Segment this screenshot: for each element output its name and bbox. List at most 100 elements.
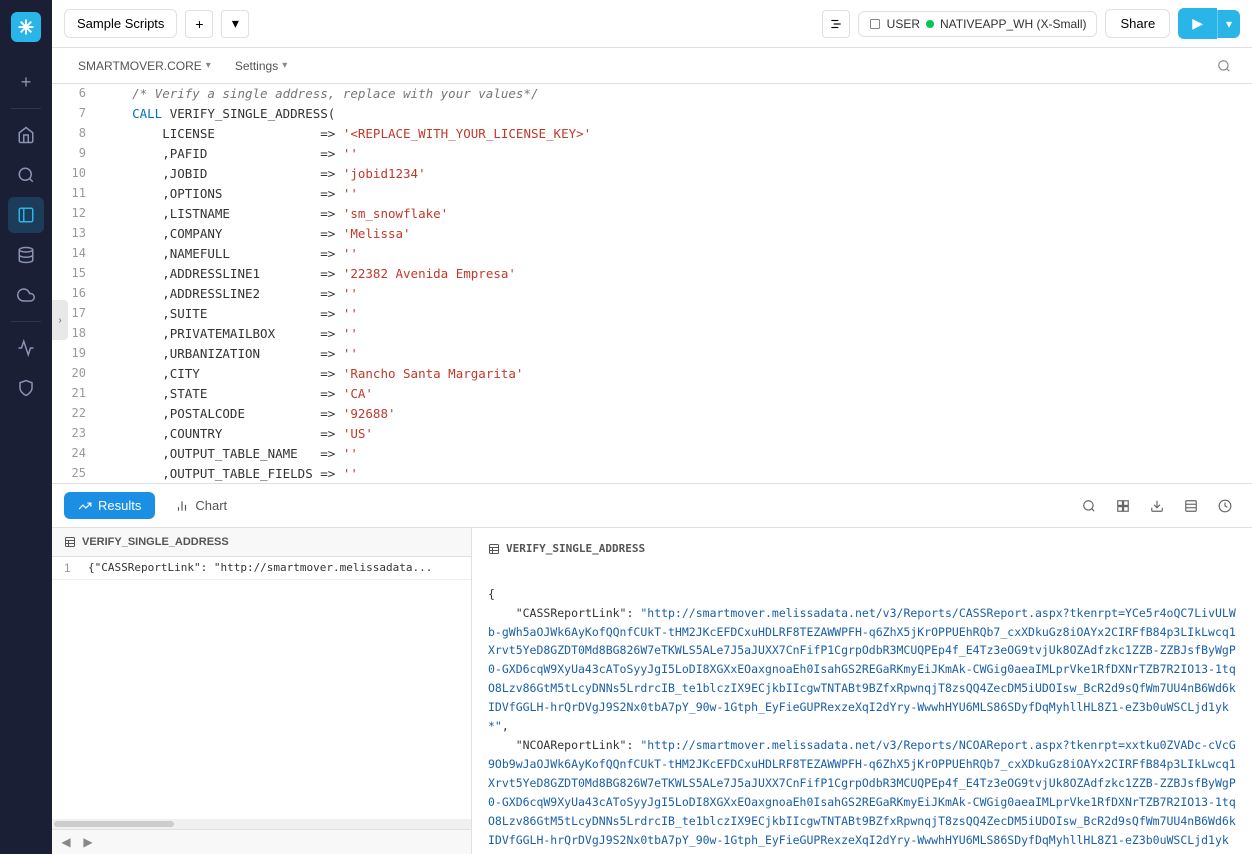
line-content: ,ADDRESSLINE1 => '22382 Avenida Empresa' xyxy=(102,264,1252,284)
line-content: ,PAFID => '' xyxy=(102,144,1252,164)
nav-home-icon[interactable] xyxy=(8,117,44,153)
code-line-23: 23 ,COUNTRY => 'US' xyxy=(52,424,1252,444)
collapse-panel-button[interactable]: › xyxy=(52,300,68,340)
line-content: ,URBANIZATION => '' xyxy=(102,344,1252,364)
chart-tab[interactable]: Chart xyxy=(161,492,241,519)
results-layout-button[interactable] xyxy=(1176,491,1206,521)
user-badge[interactable]: USER NATIVEAPP_WH (X-Small) xyxy=(858,11,1098,37)
results-split-button[interactable] xyxy=(1108,491,1138,521)
settings-selector[interactable]: Settings ▾ xyxy=(225,55,297,77)
content-area: SMARTMOVER.CORE ▾ Settings ▾ 6 /* Verify… xyxy=(52,48,1252,854)
add-icon: + xyxy=(195,16,203,32)
run-button[interactable]: ▶ xyxy=(1178,8,1217,39)
code-line-13: 13 ,COMPANY => 'Melissa' xyxy=(52,224,1252,244)
tab-label: Sample Scripts xyxy=(77,16,164,31)
code-line-21: 21 ,STATE => 'CA' xyxy=(52,384,1252,404)
results-content: VERIFY_SINGLE_ADDRESS 1 {"CASSReportLink… xyxy=(52,528,1252,854)
line-content: ,ADDRESSLINE2 => '' xyxy=(102,284,1252,304)
line-content: ,SUITE => '' xyxy=(102,304,1252,324)
line-content: ,POSTALCODE => '92688' xyxy=(102,404,1252,424)
left-panel-body[interactable]: 1 {"CASSReportLink": "http://smartmover.… xyxy=(52,557,471,819)
line-number: 7 xyxy=(52,104,102,124)
nav-worksheet-icon[interactable] xyxy=(8,197,44,233)
tab-menu-button[interactable]: ▾ xyxy=(221,10,249,38)
line-number: 19 xyxy=(52,344,102,364)
line-content: ,COMPANY => 'Melissa' xyxy=(102,224,1252,244)
code-line-22: 22 ,POSTALCODE => '92688' xyxy=(52,404,1252,424)
code-line-24: 24 ,OUTPUT_TABLE_NAME => '' xyxy=(52,444,1252,464)
line-content: LICENSE => '<REPLACE_WITH_YOUR_LICENSE_K… xyxy=(102,124,1252,144)
sample-scripts-tab[interactable]: Sample Scripts xyxy=(64,9,177,38)
nav-data-icon[interactable] xyxy=(8,237,44,273)
line-number: 12 xyxy=(52,204,102,224)
nav-shield-icon[interactable] xyxy=(8,370,44,406)
results-tab[interactable]: Results xyxy=(64,492,155,519)
right-panel-title: VERIFY_SINGLE_ADDRESS xyxy=(506,540,645,558)
code-line-17: 17 ,SUITE => '' xyxy=(52,304,1252,324)
code-editor[interactable]: 6 /* Verify a single address, replace wi… xyxy=(52,84,1252,484)
right-results-panel[interactable]: VERIFY_SINGLE_ADDRESS { "CASSReportLink"… xyxy=(472,528,1252,854)
scroll-arrow-buttons: ◀ ▶ xyxy=(52,829,471,854)
editor-search-button[interactable] xyxy=(1212,54,1236,78)
results-icon xyxy=(78,499,92,513)
main-area: Sample Scripts + ▾ USER NATIVEAPP_WH (X-… xyxy=(52,0,1252,854)
share-button[interactable]: Share xyxy=(1105,9,1170,38)
table-icon-right xyxy=(488,543,500,555)
add-tab-button[interactable]: + xyxy=(185,10,213,38)
line-number: 20 xyxy=(52,364,102,384)
code-line-6: 6 /* Verify a single address, replace wi… xyxy=(52,84,1252,104)
nav-add-icon[interactable]: + xyxy=(8,64,44,100)
horizontal-scrollbar[interactable] xyxy=(52,819,471,829)
nav-separator-2 xyxy=(11,321,41,322)
nav-search-icon[interactable] xyxy=(8,157,44,193)
results-action-buttons xyxy=(1074,491,1240,521)
left-navigation: + xyxy=(0,0,52,854)
code-line-25: 25 ,OUTPUT_TABLE_FIELDS => '' xyxy=(52,464,1252,484)
code-line-10: 10 ,JOBID => 'jobid1234' xyxy=(52,164,1252,184)
code-line-15: 15 ,ADDRESSLINE1 => '22382 Avenida Empre… xyxy=(52,264,1252,284)
line-content: ,NAMEFULL => '' xyxy=(102,244,1252,264)
line-content: CALL VERIFY_SINGLE_ADDRESS( xyxy=(102,104,1252,124)
filter-icon xyxy=(829,17,843,31)
user-icon xyxy=(869,18,881,30)
code-line-20: 20 ,CITY => 'Rancho Santa Margarita' xyxy=(52,364,1252,384)
nav-cloud-icon[interactable] xyxy=(8,277,44,313)
run-dropdown-button[interactable]: ▾ xyxy=(1217,10,1240,38)
code-line-11: 11 ,OPTIONS => '' xyxy=(52,184,1252,204)
db-selector[interactable]: SMARTMOVER.CORE ▾ xyxy=(68,55,221,77)
line-number: 25 xyxy=(52,464,102,484)
json-content: { "CASSReportLink": "http://smartmover.m… xyxy=(488,566,1236,854)
line-content: ,CITY => 'Rancho Santa Margarita' xyxy=(102,364,1252,384)
code-line-8: 8 LICENSE => '<REPLACE_WITH_YOUR_LICENSE… xyxy=(52,124,1252,144)
line-number: 23 xyxy=(52,424,102,444)
code-line-18: 18 ,PRIVATEMAILBOX => '' xyxy=(52,324,1252,344)
line-number: 9 xyxy=(52,144,102,164)
line-content: ,OPTIONS => '' xyxy=(102,184,1252,204)
code-line-12: 12 ,LISTNAME => 'sm_snowflake' xyxy=(52,204,1252,224)
right-panel-header: VERIFY_SINGLE_ADDRESS xyxy=(488,540,1236,558)
db-label: SMARTMOVER.CORE xyxy=(78,59,202,73)
app-logo[interactable] xyxy=(11,12,41,42)
code-line-14: 14 ,NAMEFULL => '' xyxy=(52,244,1252,264)
line-number: 13 xyxy=(52,224,102,244)
settings-chevron-icon: ▾ xyxy=(282,60,287,71)
warehouse-label: NATIVEAPP_WH (X-Small) xyxy=(940,17,1086,31)
results-clock-button[interactable] xyxy=(1210,491,1240,521)
line-number: 8 xyxy=(52,124,102,144)
line-number: 11 xyxy=(52,184,102,204)
nav-activity-icon[interactable] xyxy=(8,330,44,366)
line-content: ,PRIVATEMAILBOX => '' xyxy=(102,324,1252,344)
code-line-16: 16 ,ADDRESSLINE2 => '' xyxy=(52,284,1252,304)
scroll-right-button[interactable]: ▶ xyxy=(78,832,98,852)
scroll-left-button[interactable]: ◀ xyxy=(56,832,76,852)
line-content: ,STATE => 'CA' xyxy=(102,384,1252,404)
line-content: ,COUNTRY => 'US' xyxy=(102,424,1252,444)
line-number: 22 xyxy=(52,404,102,424)
scroll-thumb[interactable] xyxy=(54,821,174,827)
row-content: {"CASSReportLink": "http://smartmover.me… xyxy=(88,561,432,574)
filter-button[interactable] xyxy=(822,10,850,38)
results-search-button[interactable] xyxy=(1074,491,1104,521)
results-download-button[interactable] xyxy=(1142,491,1172,521)
table-icon xyxy=(64,536,76,548)
line-number: 21 xyxy=(52,384,102,404)
